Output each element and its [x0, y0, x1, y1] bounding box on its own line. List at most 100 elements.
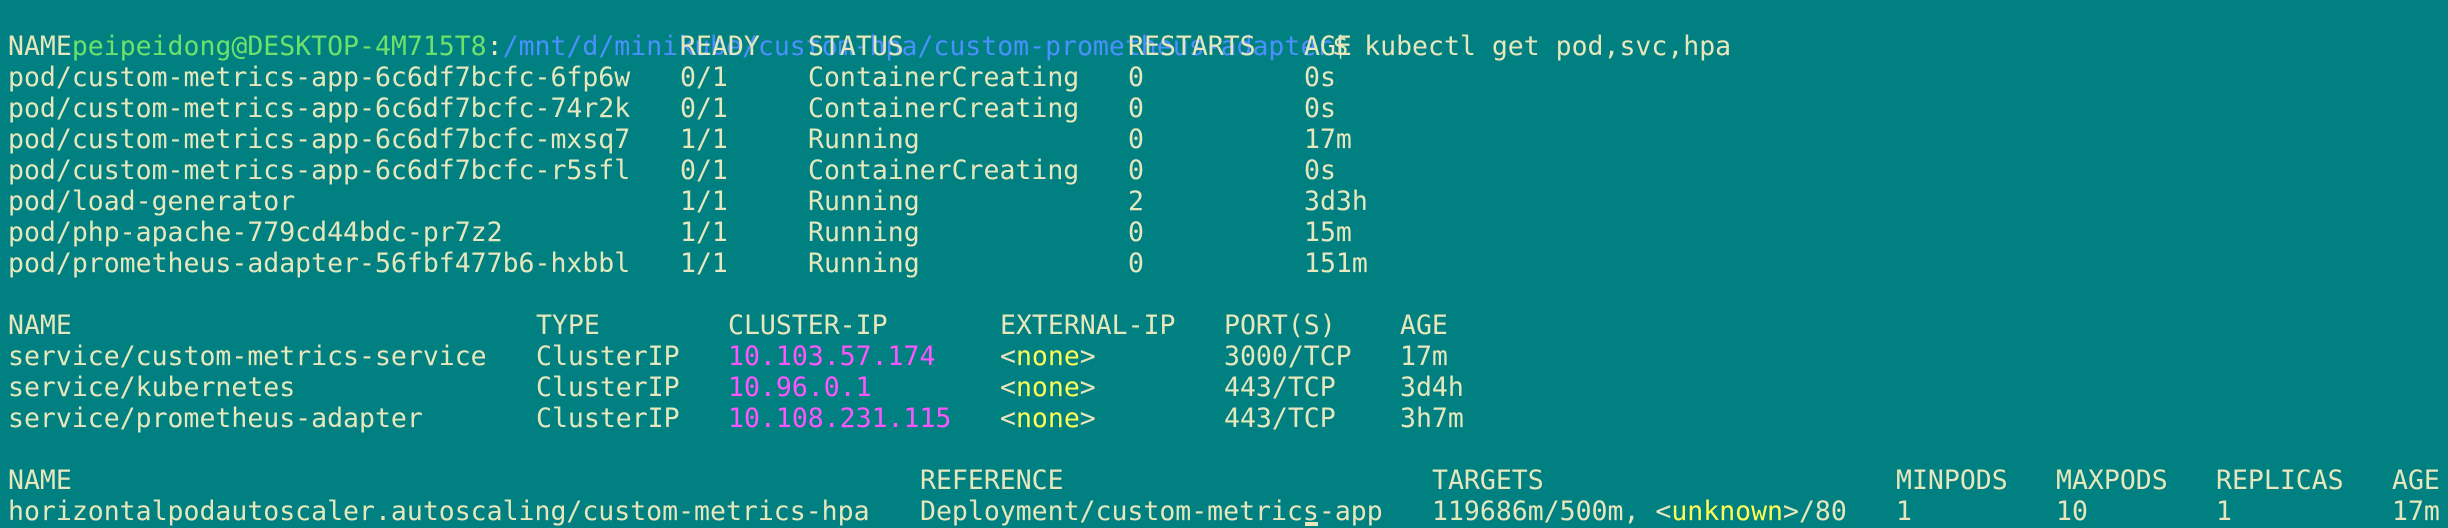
- pod-ready: 0/1: [680, 155, 728, 186]
- svc-external-ip: <none>: [1000, 341, 1096, 372]
- pods-header-row: NAME READY STATUS RESTARTS AGE: [8, 31, 1352, 62]
- svc-header-age: AGE: [1400, 310, 1448, 341]
- svc-type: ClusterIP: [536, 403, 680, 434]
- svc-age: 3h7m: [1400, 403, 1464, 434]
- svc-header-external-ip: EXTERNAL-IP: [1000, 310, 1176, 341]
- svc-external-ip: <none>: [1000, 403, 1096, 434]
- pod-ready: 1/1: [680, 124, 728, 155]
- terminal-window[interactable]: peipeidong@DESKTOP-4M715T8:/mnt/d/miniku…: [0, 0, 2448, 528]
- svc-name: service/kubernetes: [8, 372, 296, 403]
- pod-status: Running: [808, 248, 920, 279]
- pod-restarts: 0: [1128, 248, 1144, 279]
- svc-external-ip-value: none: [1015, 372, 1080, 403]
- pod-name: pod/custom-metrics-app-6c6df7bcfc-74r2k: [8, 93, 631, 124]
- hpa-targets-part-c: >/80: [1783, 496, 1847, 527]
- table-row: pod/custom-metrics-app-6c6df7bcfc-6fp6w …: [8, 62, 1336, 93]
- pod-name: pod/custom-metrics-app-6c6df7bcfc-r5sfl: [8, 155, 631, 186]
- hpa-header-name: NAME: [8, 465, 72, 496]
- pods-header-name: NAME: [8, 31, 72, 62]
- command-text: kubectl get pod,svc,hpa: [1348, 31, 1732, 62]
- prompt-separator: :: [486, 31, 503, 62]
- hpa-header-targets: TARGETS: [1432, 465, 1544, 496]
- pod-restarts: 0: [1128, 217, 1144, 248]
- pod-status: ContainerCreating: [808, 155, 1080, 186]
- svc-header-ports: PORT(S): [1224, 310, 1336, 341]
- pod-restarts: 2: [1128, 186, 1144, 217]
- pods-header-age: AGE: [1304, 31, 1352, 62]
- svc-external-ip-value: none: [1015, 341, 1080, 372]
- pod-ready: 0/1: [680, 93, 728, 124]
- hpa-replicas: 1: [2216, 496, 2232, 527]
- services-header-row: NAME TYPE CLUSTER-IP EXTERNAL-IP PORT(S)…: [8, 310, 1448, 341]
- pod-status: Running: [808, 217, 920, 248]
- pod-ready: 1/1: [680, 217, 728, 248]
- pod-age: 0s: [1304, 93, 1336, 124]
- command-line: peipeidong@DESKTOP-4M715T8:/mnt/d/miniku…: [8, 0, 1731, 62]
- svc-ports: 3000/TCP: [1224, 341, 1352, 372]
- svc-header-name: NAME: [8, 310, 72, 341]
- svc-external-ip: <none>: [1000, 372, 1096, 403]
- pod-name: pod/load-generator: [8, 186, 296, 217]
- svc-header-cluster-ip: CLUSTER-IP: [728, 310, 888, 341]
- table-row: service/prometheus-adapter ClusterIP 10.…: [8, 403, 1464, 434]
- svc-cluster-ip: 10.103.57.174: [728, 341, 936, 372]
- pod-ready: 1/1: [680, 248, 728, 279]
- hpa-header-age: AGE: [2392, 465, 2440, 496]
- pod-name: pod/custom-metrics-app-6c6df7bcfc-6fp6w: [8, 62, 631, 93]
- pod-age: 3d3h: [1304, 186, 1368, 217]
- hpa-header-row: NAME REFERENCE TARGETS MINPODS MAXPODS R…: [8, 465, 2440, 496]
- pod-restarts: 0: [1128, 155, 1144, 186]
- table-row: pod/custom-metrics-app-6c6df7bcfc-74r2k …: [8, 93, 1336, 124]
- pod-ready: 1/1: [680, 186, 728, 217]
- text-cursor: [1305, 522, 1318, 526]
- hpa-targets: 119686m/500m, <unknown>/80: [1432, 496, 1847, 527]
- pod-ready: 0/1: [680, 62, 728, 93]
- pod-status: Running: [808, 186, 920, 217]
- hpa-age: 17m: [2392, 496, 2440, 527]
- table-row: service/custom-metrics-service ClusterIP…: [8, 341, 1448, 372]
- table-row: pod/load-generator 1/1 Running 2 3d3h: [8, 186, 1368, 217]
- svc-age: 3d4h: [1400, 372, 1464, 403]
- hpa-header-reference: REFERENCE: [920, 465, 1064, 496]
- pod-name: pod/custom-metrics-app-6c6df7bcfc-mxsq7: [8, 124, 631, 155]
- hpa-targets-unknown: unknown: [1671, 496, 1784, 527]
- pods-header-status: STATUS: [808, 31, 904, 62]
- svc-type: ClusterIP: [536, 372, 680, 403]
- svc-age: 17m: [1400, 341, 1448, 372]
- pod-age: 0s: [1304, 62, 1336, 93]
- pod-age: 15m: [1304, 217, 1352, 248]
- svc-name: service/prometheus-adapter: [8, 403, 423, 434]
- pod-name: pod/php-apache-779cd44bdc-pr7z2: [8, 217, 503, 248]
- hpa-name: horizontalpodautoscaler.autoscaling/cust…: [8, 496, 870, 527]
- pod-age: 151m: [1304, 248, 1368, 279]
- hpa-maxpods: 10: [2056, 496, 2088, 527]
- svc-cluster-ip: 10.108.231.115: [728, 403, 952, 434]
- hpa-minpods: 1: [1896, 496, 1912, 527]
- table-row: pod/custom-metrics-app-6c6df7bcfc-mxsq7 …: [8, 124, 1352, 155]
- svc-cluster-ip: 10.96.0.1: [728, 372, 872, 403]
- pod-age: 17m: [1304, 124, 1352, 155]
- table-row: service/kubernetes ClusterIP 10.96.0.1 <…: [8, 372, 1464, 403]
- svc-ports: 443/TCP: [1224, 403, 1336, 434]
- svc-header-type: TYPE: [536, 310, 600, 341]
- table-row: horizontalpodautoscaler.autoscaling/cust…: [8, 496, 2440, 527]
- pod-restarts: 0: [1128, 124, 1144, 155]
- pod-status: ContainerCreating: [808, 62, 1080, 93]
- pod-status: Running: [808, 124, 920, 155]
- hpa-targets-part-a: 119686m/500m, <: [1432, 496, 1672, 527]
- svc-external-ip-value: none: [1015, 403, 1080, 434]
- svc-type: ClusterIP: [536, 341, 680, 372]
- pod-name: pod/prometheus-adapter-56fbf477b6-hxbbl: [8, 248, 631, 279]
- hpa-header-maxpods: MAXPODS: [2056, 465, 2168, 496]
- hpa-header-replicas: REPLICAS: [2216, 465, 2344, 496]
- pod-status: ContainerCreating: [808, 93, 1080, 124]
- prompt-user-host: peipeidong@DESKTOP-4M715T8: [71, 31, 487, 62]
- svc-name: service/custom-metrics-service: [8, 341, 487, 372]
- pods-header-ready: READY: [680, 31, 760, 62]
- svc-ports: 443/TCP: [1224, 372, 1336, 403]
- pod-age: 0s: [1304, 155, 1336, 186]
- hpa-header-minpods: MINPODS: [1896, 465, 2008, 496]
- table-row: pod/prometheus-adapter-56fbf477b6-hxbbl …: [8, 248, 1368, 279]
- table-row: pod/custom-metrics-app-6c6df7bcfc-r5sfl …: [8, 155, 1336, 186]
- pod-restarts: 0: [1128, 93, 1144, 124]
